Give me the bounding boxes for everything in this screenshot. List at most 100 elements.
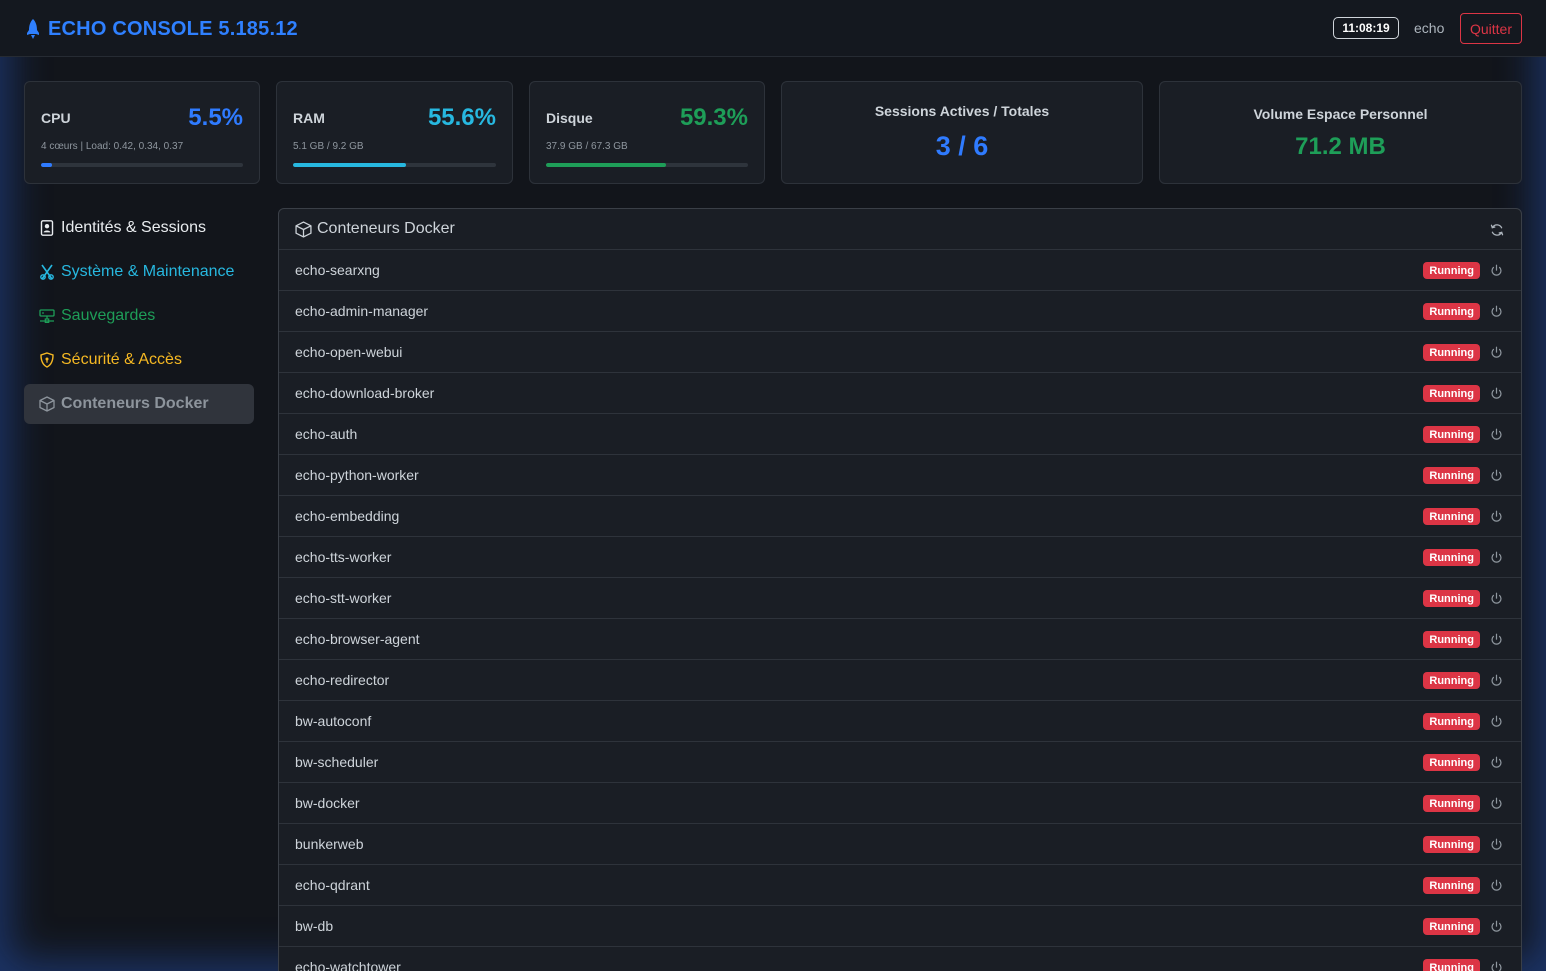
volume-value: 71.2 MB — [1295, 133, 1386, 160]
table-row[interactable]: echo-embedding Running — [279, 496, 1521, 537]
quit-button[interactable]: Quitter — [1460, 13, 1522, 44]
container-name: echo-download-broker — [295, 385, 435, 401]
power-icon[interactable] — [1490, 469, 1503, 482]
hdd-network-icon — [39, 309, 55, 324]
table-row[interactable]: echo-python-worker Running — [279, 455, 1521, 496]
username: echo — [1414, 20, 1445, 36]
power-icon[interactable] — [1490, 264, 1503, 277]
table-row[interactable]: echo-tts-worker Running — [279, 537, 1521, 578]
status-badge: Running — [1423, 754, 1480, 771]
ram-progress-fill — [293, 163, 406, 167]
power-icon[interactable] — [1490, 305, 1503, 318]
sidebar-item-system[interactable]: Système & Maintenance — [24, 252, 254, 292]
status-badge: Running — [1423, 344, 1480, 361]
disk-progress-fill — [546, 163, 666, 167]
container-name: bw-autoconf — [295, 713, 372, 729]
power-icon[interactable] — [1490, 920, 1503, 933]
table-row[interactable]: echo-auth Running — [279, 414, 1521, 455]
container-name: echo-watchtower — [295, 959, 401, 971]
sidebar-item-label: Identités & Sessions — [61, 219, 206, 236]
ram-details: 5.1 GB / 9.2 GB — [293, 141, 364, 152]
sidebar-item-docker[interactable]: Conteneurs Docker — [24, 384, 254, 424]
status-badge: Running — [1423, 877, 1480, 894]
table-row[interactable]: echo-browser-agent Running — [279, 619, 1521, 660]
status-badge: Running — [1423, 426, 1480, 443]
sidebar-item-label: Sauvegardes — [61, 307, 156, 324]
table-row[interactable]: echo-qdrant Running — [279, 865, 1521, 906]
status-badge: Running — [1423, 918, 1480, 935]
box-icon — [295, 220, 312, 238]
power-icon[interactable] — [1490, 510, 1503, 523]
power-icon[interactable] — [1490, 756, 1503, 769]
status-badge: Running — [1423, 467, 1480, 484]
cpu-progress-bar — [41, 163, 243, 167]
container-list: echo-searxng Running echo-admin-manager Run… — [279, 250, 1521, 971]
container-name: bw-docker — [295, 795, 360, 811]
status-badge: Running — [1423, 549, 1480, 566]
cpu-card: CPU 5.5% 4 cœurs | Load: 0.42, 0.34, 0.3… — [24, 81, 260, 184]
refresh-icon[interactable] — [1490, 223, 1504, 237]
power-icon[interactable] — [1490, 797, 1503, 810]
container-name: echo-open-webui — [295, 344, 403, 360]
table-row[interactable]: bw-scheduler Running — [279, 742, 1521, 783]
container-name: echo-stt-worker — [295, 590, 392, 606]
container-name: echo-tts-worker — [295, 549, 392, 565]
table-row[interactable]: bw-autoconf Running — [279, 701, 1521, 742]
sidebar-item-backups[interactable]: Sauvegardes — [24, 296, 254, 336]
table-row[interactable]: echo-redirector Running — [279, 660, 1521, 701]
status-badge: Running — [1423, 836, 1480, 853]
power-icon[interactable] — [1490, 387, 1503, 400]
table-row[interactable]: bunkerweb Running — [279, 824, 1521, 865]
power-icon[interactable] — [1490, 551, 1503, 564]
container-name: echo-embedding — [295, 508, 400, 524]
sessions-label: Sessions Actives / Totales — [874, 103, 1050, 119]
table-row[interactable]: echo-admin-manager Running — [279, 291, 1521, 332]
container-name: echo-redirector — [295, 672, 390, 688]
container-name: bw-db — [295, 918, 334, 934]
ram-progress-bar — [293, 163, 496, 167]
power-icon[interactable] — [1490, 838, 1503, 851]
sidebar-item-identities[interactable]: Identités & Sessions — [24, 208, 254, 248]
container-name: echo-auth — [295, 426, 358, 442]
container-name: bw-scheduler — [295, 754, 379, 770]
container-name: echo-browser-agent — [295, 631, 420, 647]
volume-card: Volume Espace Personnel 71.2 MB — [1159, 81, 1522, 184]
table-row[interactable]: echo-searxng Running — [279, 250, 1521, 291]
power-icon[interactable] — [1490, 592, 1503, 605]
panel-header: Conteneurs Docker — [279, 209, 1521, 250]
table-row[interactable]: echo-watchtower Running — [279, 947, 1521, 971]
table-row[interactable]: echo-open-webui Running — [279, 332, 1521, 373]
power-icon[interactable] — [1490, 961, 1503, 971]
disk-value: 59.3% — [679, 104, 748, 131]
app-window: ECHO CONSOLE 5.185.12 11:08:19 echo Quit… — [0, 0, 1546, 971]
status-badge: Running — [1423, 303, 1480, 320]
disk-details: 37.9 GB / 67.3 GB — [546, 141, 628, 152]
table-row[interactable]: bw-docker Running — [279, 783, 1521, 824]
power-icon[interactable] — [1490, 428, 1503, 441]
table-row[interactable]: bw-db Running — [279, 906, 1521, 947]
sessions-card: Sessions Actives / Totales 3 / 6 — [781, 81, 1143, 184]
sessions-value: 3 / 6 — [935, 131, 989, 161]
ram-label: RAM — [293, 110, 325, 126]
power-icon[interactable] — [1490, 633, 1503, 646]
status-badge: Running — [1423, 959, 1480, 971]
tools-icon — [40, 264, 54, 280]
status-badge: Running — [1423, 672, 1480, 689]
status-badge: Running — [1423, 713, 1480, 730]
power-icon[interactable] — [1490, 674, 1503, 687]
box-icon — [39, 396, 55, 412]
status-badge: Running — [1423, 385, 1480, 402]
docker-containers-panel: Conteneurs Docker echo-searxng Running ech… — [278, 208, 1522, 971]
status-badge: Running — [1423, 508, 1480, 525]
power-icon[interactable] — [1490, 715, 1503, 728]
rocket-icon — [27, 19, 39, 39]
table-row[interactable]: echo-stt-worker Running — [279, 578, 1521, 619]
sidebar-item-security[interactable]: Sécurité & Accès — [24, 340, 254, 380]
status-badge: Running — [1423, 795, 1480, 812]
power-icon[interactable] — [1490, 346, 1503, 359]
table-row[interactable]: echo-download-broker Running — [279, 373, 1521, 414]
container-name: bunkerweb — [295, 836, 364, 852]
power-icon[interactable] — [1490, 879, 1503, 892]
brand[interactable]: ECHO CONSOLE 5.185.12 — [24, 16, 298, 42]
cpu-progress-fill — [41, 163, 53, 167]
